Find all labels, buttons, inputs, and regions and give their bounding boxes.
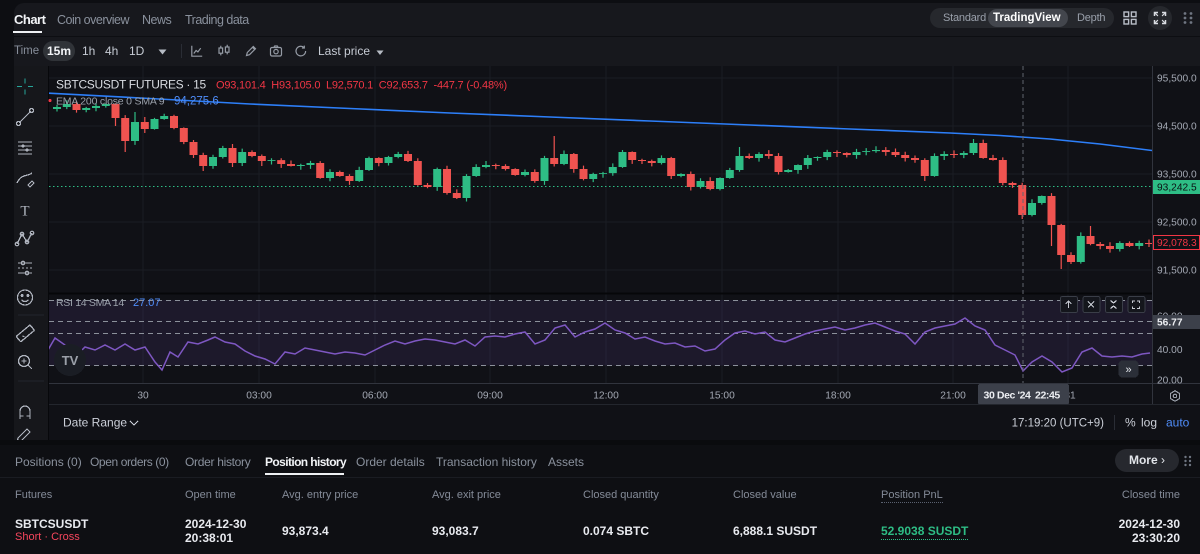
svg-text:21:00: 21:00 xyxy=(940,391,966,402)
svg-text:92,500.0: 92,500.0 xyxy=(1157,218,1197,229)
svg-text:20.00: 20.00 xyxy=(1157,376,1183,387)
svg-text:94,500.0: 94,500.0 xyxy=(1157,122,1197,133)
svg-text:auto: auto xyxy=(1166,416,1190,430)
svg-text:92,078.3: 92,078.3 xyxy=(1157,238,1197,249)
svg-text:O93,101.4 H93,105.0 L92,570.: O93,101.4 H93,105.0 L92,570.1 C92,653.7 … xyxy=(216,80,507,92)
svg-text:log: log xyxy=(1141,416,1157,430)
svg-text:»: » xyxy=(1125,364,1131,376)
svg-text:17:19:20 (UTC+9): 17:19:20 (UTC+9) xyxy=(1012,418,1105,430)
svg-text:12:00: 12:00 xyxy=(593,391,619,402)
svg-text:30 Dec '24: 30 Dec '24 xyxy=(984,390,1032,402)
svg-text:Date Range: Date Range xyxy=(63,416,127,430)
svg-text:%: % xyxy=(1125,416,1136,430)
svg-text:56.77: 56.77 xyxy=(1157,318,1183,329)
svg-text:95,500.0: 95,500.0 xyxy=(1157,74,1197,85)
svg-text:15:00: 15:00 xyxy=(709,391,735,402)
svg-text:30: 30 xyxy=(137,391,149,402)
svg-text:EMA 200 close 0 SMA 9: EMA 200 close 0 SMA 9 xyxy=(56,96,165,108)
svg-text:03:00: 03:00 xyxy=(246,391,272,402)
svg-text:27.07: 27.07 xyxy=(133,297,161,309)
svg-text:TV: TV xyxy=(62,353,79,368)
svg-text:T: T xyxy=(20,204,29,220)
svg-text:06:00: 06:00 xyxy=(362,391,388,402)
svg-text:94,275.6: 94,275.6 xyxy=(174,96,219,108)
svg-text:18:00: 18:00 xyxy=(825,391,851,402)
svg-text:40.00: 40.00 xyxy=(1157,345,1183,356)
svg-text:93,242.5: 93,242.5 xyxy=(1157,183,1197,194)
svg-text:09:00: 09:00 xyxy=(477,391,503,402)
svg-text:22:45: 22:45 xyxy=(1035,390,1060,402)
svg-text:SBTCSUSDT FUTURES · 15: SBTCSUSDT FUTURES · 15 xyxy=(56,78,206,92)
svg-text:93,500.0: 93,500.0 xyxy=(1157,170,1197,181)
svg-text:91,500.0: 91,500.0 xyxy=(1157,266,1197,277)
svg-text:RSI 14 SMA 14: RSI 14 SMA 14 xyxy=(56,297,124,309)
